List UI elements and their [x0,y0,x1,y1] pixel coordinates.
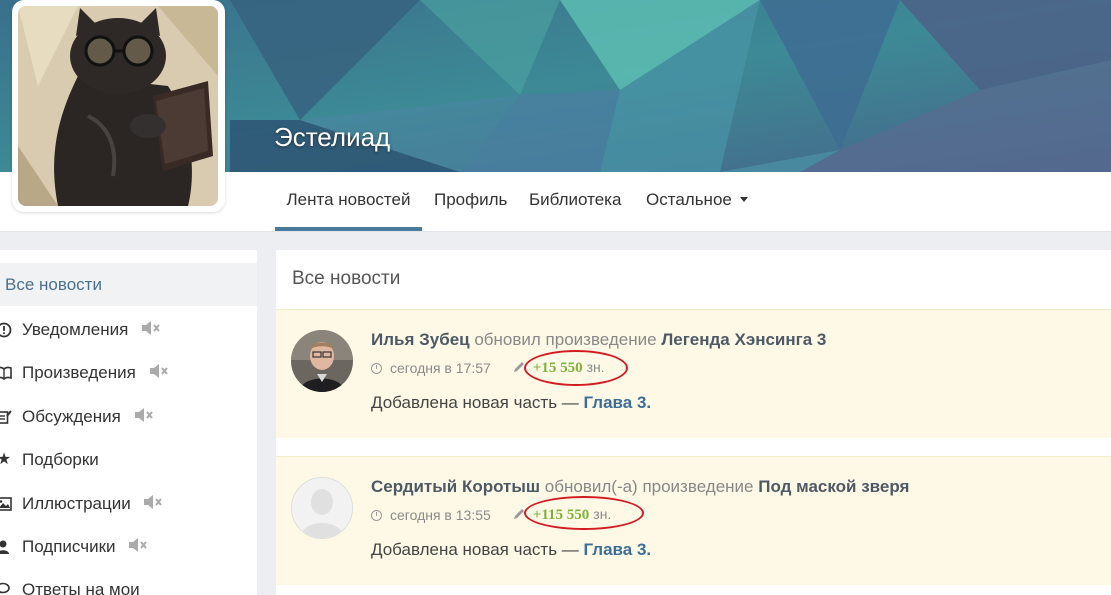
pencil-icon [513,507,525,523]
sidebar-item-label: Все новости [5,275,102,294]
tab-library[interactable]: Библиотека [529,172,621,231]
author-link[interactable]: Илья Зубец [371,330,470,349]
star-icon: ★ [0,451,12,468]
volume-off-icon[interactable] [149,352,169,395]
profile-name: Эстелиад [274,122,391,152]
news-sidebar: Все новости Уведомления Произведения Обс… [0,250,257,595]
sidebar-item-label: Иллюстрации [22,494,131,513]
sidebar-item-label: Уведомления [22,320,129,339]
profile-avatar[interactable] [12,0,225,212]
caret-down-icon [739,197,748,202]
sidebar-item-subscribers[interactable]: Подписчики [0,525,257,568]
timestamp: сегодня в 17:57 [390,360,491,376]
feed-item-header: Илья Зубец обновил произведение Легенда … [371,330,826,350]
user-avatar[interactable] [291,330,353,392]
news-feed: Все новости Илья Зубец обновил произведе… [276,250,1111,595]
comments-icon [0,568,14,595]
sidebar-item-all-news[interactable]: Все новости [0,263,257,306]
book-icon [0,351,14,394]
body-text: Добавлена новая часть — [371,393,584,412]
volume-off-icon[interactable] [128,526,148,569]
pencil-icon [513,360,525,376]
feed-item-header: Сердитый Коротыш обновил(-а) произведени… [371,477,909,497]
sidebar-item-works[interactable]: Произведения [0,351,257,394]
chapter-link[interactable]: Глава 3. [584,393,652,412]
user-avatar[interactable] [291,477,353,539]
feed-item: Сердитый Коротыш обновил(-а) произведени… [276,456,1111,585]
highlight-ellipse [523,350,628,386]
image-icon [0,482,14,525]
volume-off-icon[interactable] [143,483,163,526]
chars-added: +115 550 зн. [523,496,644,530]
timestamp: сегодня в 13:55 [390,507,491,523]
exclamation-circle-icon [0,308,14,351]
feed-item-body: Добавлена новая часть — Глава 3. [371,540,651,560]
sidebar-item-label: Подборки [22,450,99,469]
volume-off-icon[interactable] [134,396,154,439]
sidebar-item-collections[interactable]: ★ Подборки [0,438,257,481]
feed-item-meta: сегодня в 17:57 +15 550 зн. [371,350,628,386]
highlight-ellipse [523,496,644,530]
edit-icon [0,395,14,438]
sidebar-item-illustrations[interactable]: Иллюстрации [0,482,257,525]
work-link[interactable]: Легенда Хэнсинга 3 [661,330,826,349]
sidebar-item-notifications[interactable]: Уведомления [0,308,257,351]
feed-item-body: Добавлена новая часть — Глава 3. [371,393,651,413]
sidebar-item-label: Произведения [22,363,136,382]
chars-added: +15 550 зн. [523,350,628,386]
body-text: Добавлена новая часть — [371,540,584,559]
sidebar-item-label: Ответы на мои [22,580,140,595]
author-link[interactable]: Сердитый Коротыш [371,477,540,496]
work-link[interactable]: Под маской зверя [758,477,909,496]
action-text: обновил(-а) произведение [540,477,759,496]
tab-other-label: Остальное [646,190,732,209]
cat-with-glasses-image [18,6,218,206]
sidebar-item-label: Подписчики [22,537,116,556]
user-icon [0,525,14,568]
feed-title: Все новости [292,268,401,289]
action-text: обновил произведение [469,330,662,349]
feed-item-meta: сегодня в 13:55 +115 550 зн. [371,496,644,530]
sidebar-item-replies[interactable]: Ответы на мои [0,568,257,595]
sidebar-item-discussions[interactable]: Обсуждения [0,395,257,438]
sidebar-item-label: Обсуждения [22,407,121,426]
tab-profile[interactable]: Профиль [434,172,507,231]
tab-other-dropdown[interactable]: Остальное [646,172,748,231]
volume-off-icon[interactable] [141,309,161,352]
chapter-link[interactable]: Глава 3. [584,540,652,559]
feed-item: Илья Зубец обновил произведение Легенда … [276,309,1111,438]
tab-news-feed[interactable]: Лента новостей [275,172,422,231]
clock-icon [371,362,382,374]
clock-icon [371,509,382,521]
